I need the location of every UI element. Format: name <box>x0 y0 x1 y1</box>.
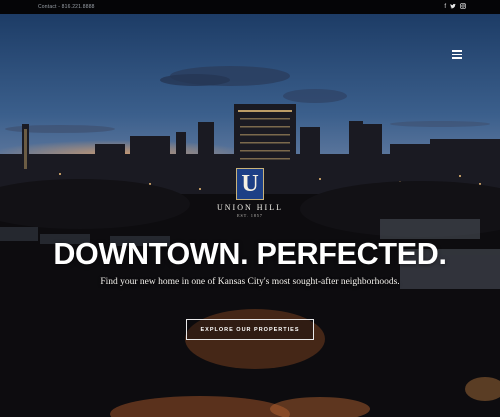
contact-phone-link[interactable]: Contact - 816.221.8888 <box>38 4 95 10</box>
logo-wordmark: UNION HILL <box>217 203 283 212</box>
top-bar: Contact - 816.221.8888 f <box>0 0 500 14</box>
social-links: f <box>444 3 466 11</box>
hamburger-menu-icon[interactable] <box>452 50 462 59</box>
logo-badge: U <box>236 168 264 200</box>
union-hill-logo[interactable]: U UNION HILL EST. 1857 <box>209 168 291 218</box>
hero-subheadline: Find your new home in one of Kansas City… <box>100 277 400 287</box>
facebook-icon[interactable]: f <box>444 4 446 10</box>
explore-properties-button[interactable]: EXPLORE OUR PROPERTIES <box>186 319 314 340</box>
twitter-icon[interactable] <box>450 3 456 11</box>
instagram-icon[interactable] <box>460 3 466 11</box>
hero-headline: DOWNTOWN. PERFECTED. <box>53 237 447 271</box>
logo-established: EST. 1857 <box>237 213 263 218</box>
